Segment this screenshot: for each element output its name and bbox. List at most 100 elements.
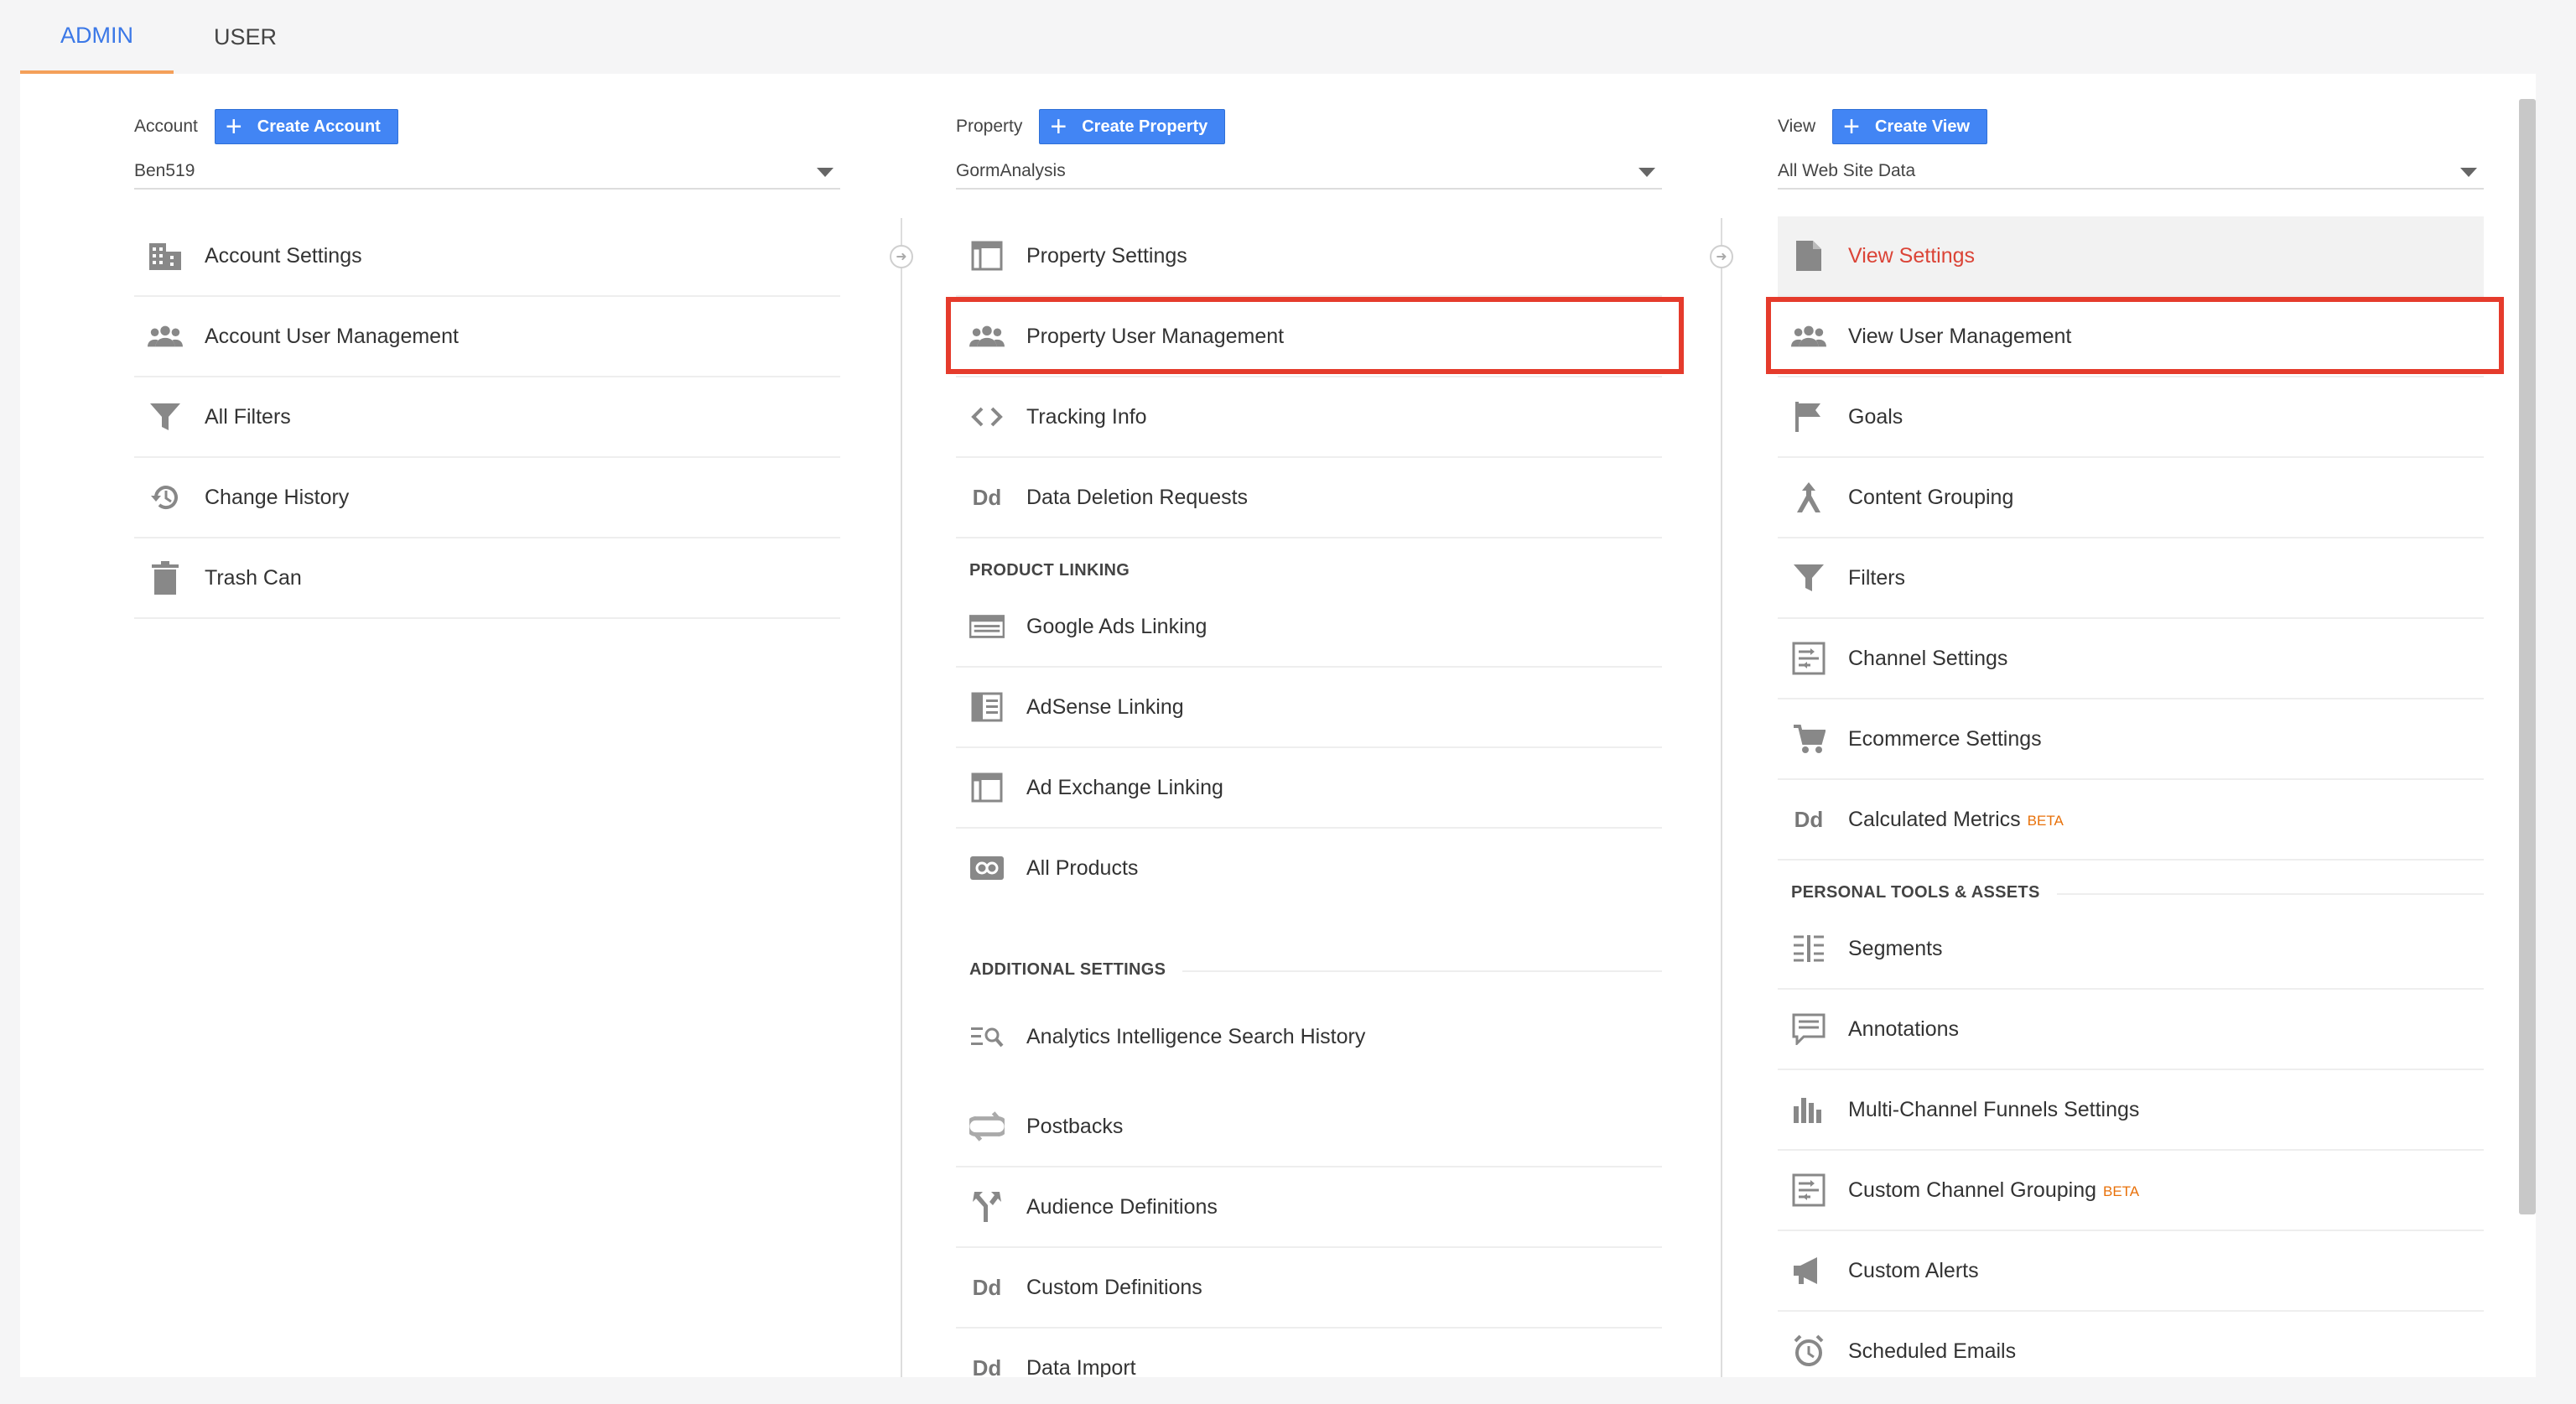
scrollbar[interactable] (2519, 99, 2536, 1214)
custom-channel-grouping-item[interactable]: Custom Channel Grouping BETA (1778, 1151, 2484, 1231)
content-grouping-item[interactable]: Content Grouping (1778, 458, 2484, 538)
adsense-icon (969, 689, 1005, 725)
view-selector[interactable]: All Web Site Data (1778, 161, 2484, 190)
data-import-label: Data Import (1026, 1355, 1136, 1378)
code-icon (969, 399, 1005, 434)
plus-icon: + (1843, 111, 1860, 143)
personal-tools-heading: PERSONAL TOOLS & ASSETS (1778, 861, 2484, 909)
segments-item[interactable]: Segments (1778, 909, 2484, 990)
arrow-circle-icon: ➜ (1710, 245, 1733, 268)
scheduled-emails-label: Scheduled Emails (1848, 1339, 2017, 1363)
property-menu: Property Settings Property User Manageme… (956, 216, 1662, 1377)
additional-settings-title: ADDITIONAL SETTINGS (969, 960, 1166, 979)
google-ads-linking-item[interactable]: Google Ads Linking (956, 587, 1662, 668)
dd-icon: Dd (972, 484, 1002, 510)
data-import-item[interactable]: Dd Data Import (956, 1329, 1662, 1378)
create-view-label: Create View (1875, 117, 1971, 136)
channel-settings-label: Channel Settings (1848, 646, 2008, 670)
account-settings-label: Account Settings (205, 243, 362, 268)
ads-icon (969, 609, 1005, 644)
property-settings-label: Property Settings (1026, 243, 1187, 268)
beta-badge: BETA (2027, 813, 2064, 829)
all-filters-item[interactable]: All Filters (134, 377, 840, 458)
audience-definitions-label: Audience Definitions (1026, 1194, 1218, 1219)
goals-item[interactable]: Goals (1778, 377, 2484, 458)
custom-definitions-item[interactable]: Dd Custom Definitions (956, 1248, 1662, 1329)
analytics-intelligence-search-history-item[interactable]: Analytics Intelligence Search History (956, 986, 1662, 1087)
account-label: Account (134, 117, 198, 136)
view-settings-item[interactable]: View Settings (1778, 216, 2484, 297)
change-history-item[interactable]: Change History (134, 458, 840, 538)
property-header: Property + Create Property (956, 109, 1226, 144)
view-label: View (1778, 117, 1816, 136)
trash-icon (148, 560, 183, 595)
postbacks-item[interactable]: Postbacks (956, 1087, 1662, 1167)
admin-tabs: ADMIN USER (20, 0, 317, 74)
all-products-item[interactable]: All Products (956, 829, 1662, 907)
people-icon (969, 319, 1005, 354)
flag-icon (1791, 399, 1826, 434)
google-ads-linking-label: Google Ads Linking (1026, 614, 1208, 638)
scheduled-emails-item[interactable]: Scheduled Emails (1778, 1312, 2484, 1377)
property-label: Property (956, 117, 1023, 136)
personal-tools-title: PERSONAL TOOLS & ASSETS (1791, 883, 2040, 902)
product-linking-title: PRODUCT LINKING (969, 561, 1130, 580)
document-icon (1791, 238, 1826, 273)
custom-channel-grouping-label: Custom Channel Grouping (1848, 1178, 2096, 1202)
dd-icon: Dd (972, 1355, 1002, 1378)
property-user-management-label: Property User Management (1026, 324, 1285, 348)
property-settings-item[interactable]: Property Settings (956, 216, 1662, 297)
trash-can-item[interactable]: Trash Can (134, 538, 840, 619)
section-rule (2056, 893, 2484, 895)
filters-item[interactable]: Filters (1778, 538, 2484, 619)
audience-definitions-item[interactable]: Audience Definitions (956, 1167, 1662, 1248)
ad-exchange-linking-label: Ad Exchange Linking (1026, 775, 1223, 799)
arrow-circle-icon: ➜ (890, 245, 913, 268)
additional-settings-heading: ADDITIONAL SETTINGS (956, 907, 1662, 986)
tab-user[interactable]: USER (174, 0, 317, 74)
view-user-management-label: View User Management (1848, 324, 2072, 348)
tracking-info-item[interactable]: Tracking Info (956, 377, 1662, 458)
account-user-management-item[interactable]: Account User Management (134, 297, 840, 377)
multi-channel-funnels-settings-item[interactable]: Multi-Channel Funnels Settings (1778, 1070, 2484, 1151)
plus-icon: + (1050, 111, 1067, 143)
account-user-management-label: Account User Management (205, 324, 459, 348)
clock-icon (1791, 1334, 1826, 1369)
cart-icon (1791, 721, 1826, 757)
segments-icon (1791, 931, 1826, 966)
dropdown-caret-icon (1639, 168, 1655, 177)
account-selector[interactable]: Ben519 (134, 161, 840, 190)
dropdown-caret-icon (2460, 168, 2477, 177)
people-icon (1791, 319, 1826, 354)
custom-alerts-item[interactable]: Custom Alerts (1778, 1231, 2484, 1312)
data-deletion-requests-item[interactable]: Dd Data Deletion Requests (956, 458, 1662, 538)
channel-settings-item[interactable]: Channel Settings (1778, 619, 2484, 699)
create-property-button[interactable]: + Create Property (1039, 109, 1226, 144)
ecommerce-settings-item[interactable]: Ecommerce Settings (1778, 699, 2484, 780)
tracking-info-label: Tracking Info (1026, 404, 1147, 429)
channel-icon (1791, 641, 1826, 676)
tab-admin[interactable]: ADMIN (20, 0, 174, 74)
fork-icon (969, 1189, 1005, 1225)
create-account-button[interactable]: + Create Account (214, 109, 398, 144)
property-user-management-item[interactable]: Property User Management (956, 297, 1662, 377)
calculated-metrics-item[interactable]: Dd Calculated Metrics BETA (1778, 780, 2484, 861)
create-view-button[interactable]: + Create View (1832, 109, 1988, 144)
trash-can-label: Trash Can (205, 565, 302, 590)
property-selector[interactable]: GormAnalysis (956, 161, 1662, 190)
annotations-item[interactable]: Annotations (1778, 990, 2484, 1070)
bars-icon (1791, 1092, 1826, 1127)
annotations-label: Annotations (1848, 1017, 1960, 1041)
account-menu: Account Settings Account User Management… (134, 216, 840, 619)
ad-exchange-linking-item[interactable]: Ad Exchange Linking (956, 748, 1662, 829)
ecommerce-settings-label: Ecommerce Settings (1848, 726, 2042, 751)
building-icon (148, 238, 183, 273)
adsense-linking-item[interactable]: AdSense Linking (956, 668, 1662, 748)
adsense-linking-label: AdSense Linking (1026, 694, 1184, 719)
change-history-label: Change History (205, 485, 350, 509)
view-user-management-item[interactable]: View User Management (1778, 297, 2484, 377)
property-selected: GormAnalysis (956, 161, 1066, 180)
view-selected: All Web Site Data (1778, 161, 1916, 180)
account-settings-item[interactable]: Account Settings (134, 216, 840, 297)
custom-definitions-label: Custom Definitions (1026, 1275, 1202, 1299)
